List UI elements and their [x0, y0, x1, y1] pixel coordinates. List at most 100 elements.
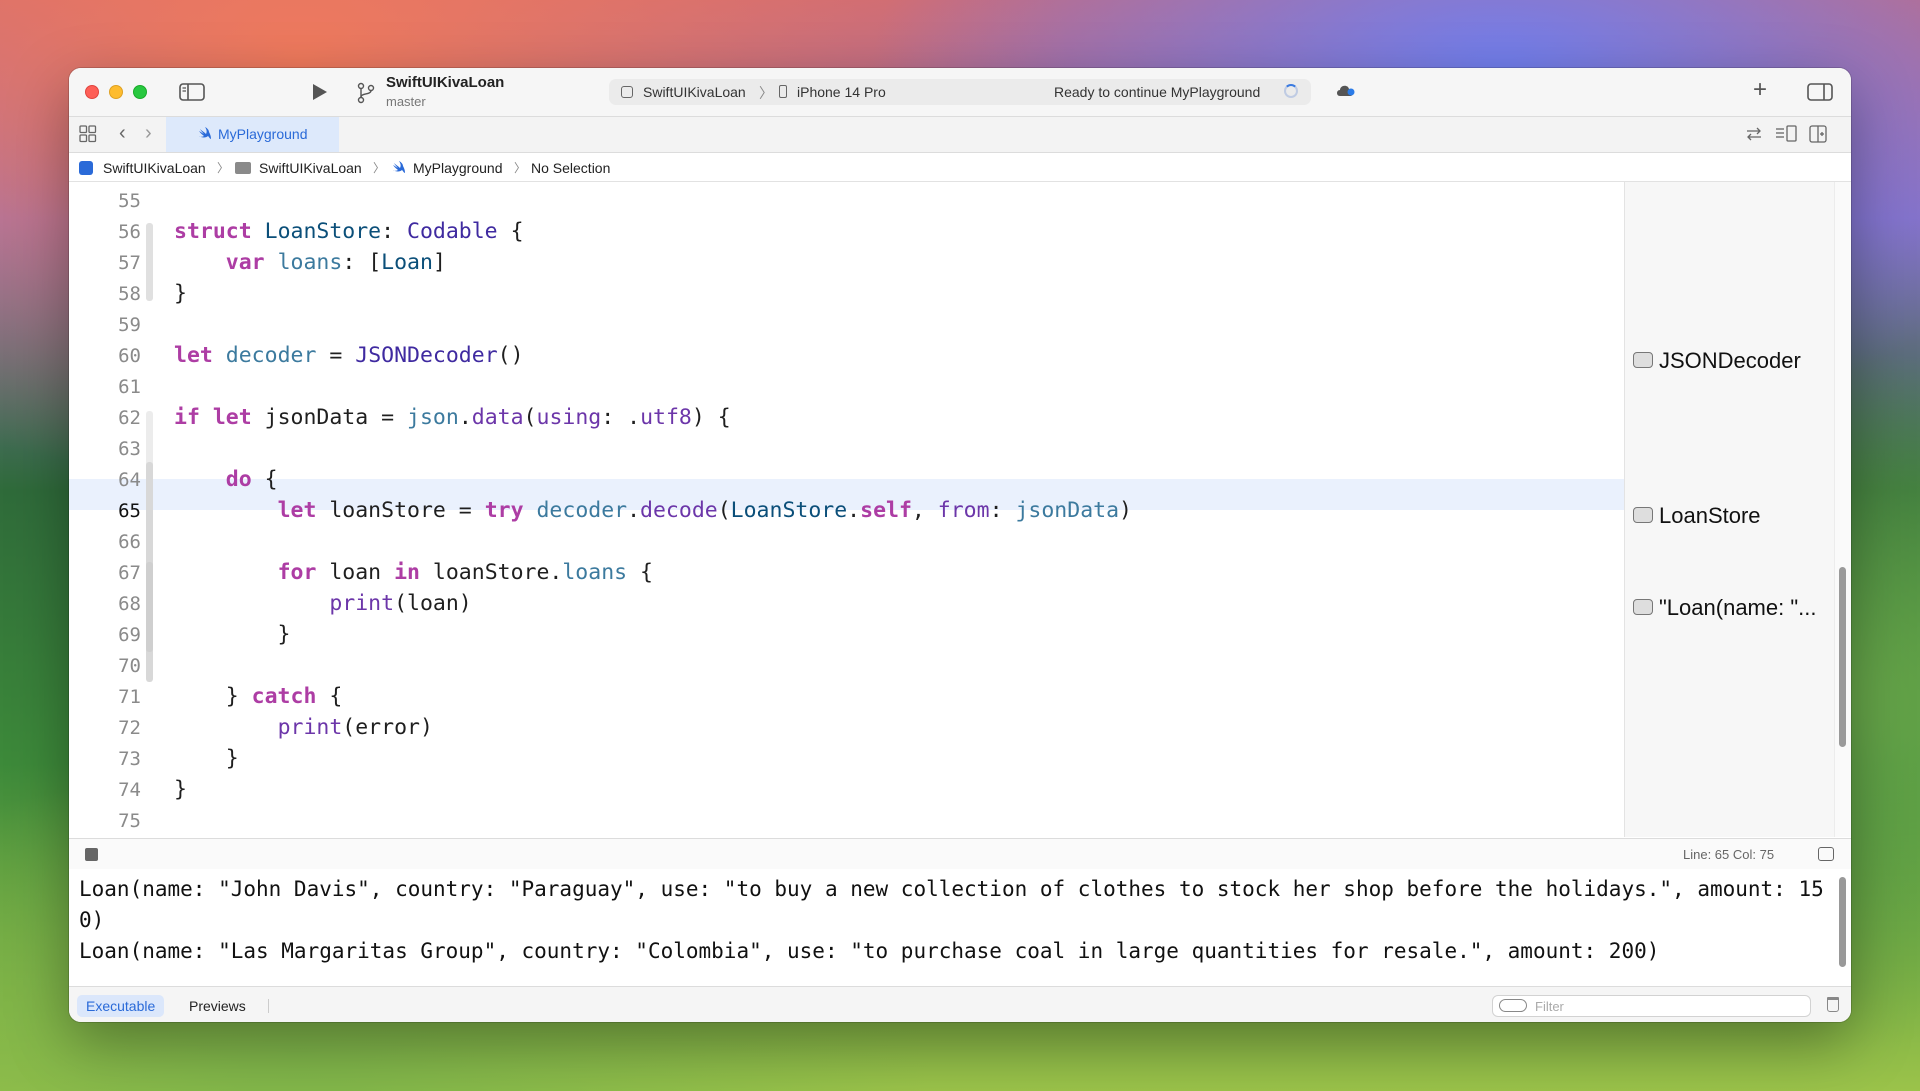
breadcrumb-selection[interactable]: No Selection — [531, 160, 610, 176]
tab-label: MyPlayground — [218, 126, 308, 142]
line-col-indicator: Line: 65 Col: 75 — [1683, 847, 1775, 862]
line-number: 73 — [118, 748, 141, 770]
editor-options-icon[interactable] — [1775, 125, 1797, 147]
project-name[interactable]: SwiftUIKivaLoan — [386, 74, 504, 91]
line-number: 68 — [118, 593, 141, 615]
phone-icon — [779, 85, 787, 98]
code-editor[interactable]: 55 56 57 58 59 60 61 62 63 64 65 66 67 6… — [69, 182, 1624, 837]
chevron-right-icon: 〉 — [373, 161, 386, 175]
result-label: JSONDecoder — [1659, 348, 1801, 373]
breadcrumb-folder[interactable]: SwiftUIKivaLoan — [259, 160, 362, 176]
line-number: 74 — [118, 779, 141, 801]
forward-icon[interactable]: › — [145, 123, 152, 143]
quick-look-icon[interactable] — [1633, 507, 1653, 524]
result-item[interactable]: JSONDecoder — [1633, 348, 1801, 374]
code-line: } catch { — [174, 684, 343, 709]
trash-icon[interactable] — [1827, 997, 1839, 1012]
activity-view[interactable]: SwiftUIKivaLoan 〉 iPhone 14 Pro Ready to… — [609, 79, 1311, 105]
console-text: Loan(name: "John Davis", country: "Parag… — [79, 877, 1824, 963]
device-selector[interactable]: iPhone 14 Pro — [797, 84, 886, 100]
line-number: 61 — [118, 376, 141, 398]
add-icon[interactable]: + — [1753, 78, 1767, 102]
line-number: 72 — [118, 717, 141, 739]
line-number: 64 — [118, 469, 141, 491]
line-number: 60 — [118, 345, 141, 367]
cloud-icon[interactable] — [1335, 83, 1355, 97]
line-number-current: 65 — [118, 500, 141, 522]
stop-icon[interactable] — [85, 848, 98, 861]
line-number: 69 — [118, 624, 141, 646]
line-number: 58 — [118, 283, 141, 305]
chevron-right-icon: 〉 — [514, 161, 527, 175]
code-line: let decoder = JSONDecoder() — [174, 343, 524, 368]
code-line: } — [174, 622, 291, 647]
progress-spinner-icon — [1284, 84, 1298, 98]
branch-name: master — [386, 94, 426, 109]
line-number: 62 — [118, 407, 141, 429]
tab-bar: ‹ › MyPlayground — [69, 117, 1851, 153]
chevron-right-icon: 〉 — [759, 85, 773, 101]
playground-results-sidebar: JSONDecoder LoanStore "Loan(name: "... — [1624, 182, 1835, 837]
console-bottom-bar: Executable Previews Filter — [69, 986, 1851, 1022]
breadcrumb-project[interactable]: SwiftUIKivaLoan — [103, 160, 206, 176]
console-output[interactable]: Loan(name: "John Davis", country: "Parag… — [69, 869, 1851, 986]
title-bar: SwiftUIKivaLoan master SwiftUIKivaLoan 〉… — [69, 68, 1851, 117]
code-line: var loans: [Loan] — [225, 250, 446, 275]
xcode-window: SwiftUIKivaLoan master SwiftUIKivaLoan 〉… — [69, 68, 1851, 1022]
split-editor-icon[interactable] — [1809, 125, 1827, 147]
result-label: "Loan(name: "... — [1659, 595, 1817, 620]
code-line: struct LoanStore: Codable { — [174, 219, 524, 244]
sidebar-toggle-icon[interactable] — [179, 82, 205, 106]
close-window-button[interactable] — [85, 85, 99, 99]
swift-icon — [198, 127, 212, 141]
quick-look-icon[interactable] — [1633, 352, 1653, 369]
console-scrollbar[interactable] — [1839, 877, 1846, 967]
code-line: for loan in loanStore.loans { — [277, 560, 653, 585]
breadcrumb: SwiftUIKivaLoan 〉 SwiftUIKivaLoan 〉 MyPl… — [69, 153, 1851, 182]
code-line: } — [174, 746, 239, 771]
inspector-toggle-icon[interactable] — [1807, 82, 1833, 106]
zoom-window-button[interactable] — [133, 85, 147, 99]
divider — [268, 999, 269, 1013]
code-line: print(error) — [277, 715, 433, 740]
fold-ribbon[interactable] — [146, 223, 153, 301]
swap-icon[interactable] — [1745, 125, 1763, 147]
line-number: 56 — [118, 221, 141, 243]
line-number: 63 — [118, 438, 141, 460]
run-icon[interactable] — [311, 82, 329, 106]
scheme-selector[interactable]: SwiftUIKivaLoan — [643, 84, 746, 100]
minimize-window-button[interactable] — [109, 85, 123, 99]
line-number: 70 — [118, 655, 141, 677]
hide-debug-area-icon[interactable] — [1818, 847, 1834, 861]
breadcrumb-file[interactable]: MyPlayground — [413, 160, 503, 176]
result-item[interactable]: "Loan(name: "... — [1633, 595, 1816, 621]
executable-tab[interactable]: Executable — [77, 995, 165, 1017]
filter-field[interactable]: Filter — [1492, 995, 1811, 1017]
result-item[interactable]: LoanStore — [1633, 503, 1761, 529]
branch-icon — [357, 82, 375, 108]
line-number: 71 — [118, 686, 141, 708]
line-number: 75 — [118, 810, 141, 832]
app-icon — [621, 86, 633, 98]
quick-look-icon[interactable] — [1633, 599, 1653, 616]
filter-icon[interactable] — [1499, 999, 1527, 1012]
result-label: LoanStore — [1659, 503, 1761, 528]
chevron-right-icon: 〉 — [217, 161, 230, 175]
back-icon[interactable]: ‹ — [119, 123, 126, 143]
folder-icon — [235, 162, 251, 174]
code-line: if let jsonData = json.data(using: .utf8… — [174, 405, 731, 430]
code-line: } — [174, 777, 187, 802]
line-number: 57 — [118, 252, 141, 274]
debug-bar: Line: 65 Col: 75 — [69, 838, 1851, 869]
tab-myplayground[interactable]: MyPlayground — [166, 117, 339, 152]
filter-placeholder: Filter — [1535, 999, 1564, 1014]
code-line: do { — [225, 467, 278, 492]
code-line: } — [174, 281, 187, 306]
line-number: 67 — [118, 562, 141, 584]
fold-ribbon[interactable] — [146, 562, 153, 652]
swift-icon — [392, 161, 406, 175]
line-number: 59 — [118, 314, 141, 336]
editor-scrollbar[interactable] — [1839, 567, 1846, 747]
previews-tab[interactable]: Previews — [180, 995, 255, 1017]
grid-icon[interactable] — [79, 125, 97, 147]
